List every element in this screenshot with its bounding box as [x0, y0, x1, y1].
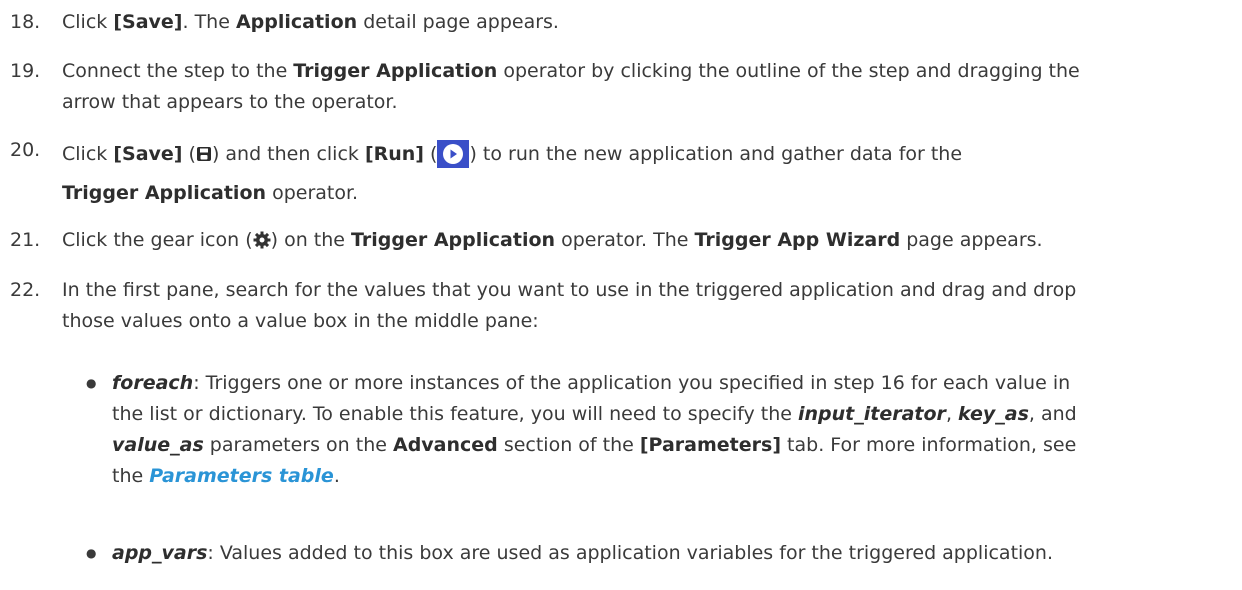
app-vars-term: app_vars	[112, 542, 208, 564]
play-icon	[437, 140, 470, 168]
step-number: 19.	[10, 60, 41, 82]
save-button-ref: [Save]	[113, 143, 183, 165]
step-text: Click [Save]. The Application detail pag…	[62, 11, 559, 33]
bullet-app-vars: ● app_vars: Values added to this box are…	[86, 538, 1226, 569]
trigger-application-ref: Trigger Application	[293, 60, 498, 82]
step-number: 18.	[10, 11, 41, 33]
step-22: 22. In the first pane, search for the va…	[10, 275, 1230, 337]
step-number: 22.	[10, 279, 41, 301]
advanced-ref: Advanced	[392, 434, 498, 456]
parameters-tab-ref: [Parameters]	[639, 434, 782, 456]
step-text: In the first pane, search for the values…	[62, 279, 1077, 332]
floppy-disk-icon	[196, 137, 212, 161]
trigger-application-ref: Trigger Application	[351, 229, 556, 251]
trigger-application-ref: Trigger Application	[62, 182, 267, 204]
trigger-app-wizard-ref: Trigger App Wizard	[694, 229, 901, 251]
step-19: 19. Connect the step to the Trigger Appl…	[10, 56, 1230, 118]
input-iterator-term: input_iterator	[798, 403, 946, 425]
application-ref: Application	[235, 11, 358, 33]
save-button-ref: [Save]	[113, 11, 183, 33]
step-18: 18. Click [Save]. The Application detail…	[10, 7, 1230, 38]
bullet-dot: ●	[86, 376, 97, 390]
key-as-term: key_as	[958, 403, 1029, 425]
step-21: 21. Click the gear icon () on the Trigge…	[10, 225, 1230, 256]
value-as-term: value_as	[112, 434, 204, 456]
gear-icon	[253, 228, 271, 249]
step-text: Connect the step to the Trigger Applicat…	[62, 60, 1080, 113]
step-number: 21.	[10, 229, 41, 251]
foreach-term: foreach	[112, 372, 194, 394]
bullet-text: app_vars: Values added to this box are u…	[112, 542, 1054, 564]
step-20: 20. Click [Save] () and then click [Run]…	[10, 135, 1230, 213]
parameters-table-link[interactable]: Parameters table	[149, 465, 334, 487]
bullet-foreach: ● foreach: Triggers one or more instance…	[86, 368, 1226, 492]
step-text: Click [Save] () and then click [Run] () …	[62, 135, 1230, 213]
bullet-text: foreach: Triggers one or more instances …	[112, 372, 1077, 487]
step-text: Click the gear icon () on the Trigger Ap…	[62, 228, 1043, 251]
run-button-ref: [Run]	[364, 143, 424, 165]
document-page: 18. Click [Save]. The Application detail…	[0, 0, 1242, 590]
step-number: 20.	[10, 139, 41, 161]
bullet-dot: ●	[86, 546, 97, 560]
